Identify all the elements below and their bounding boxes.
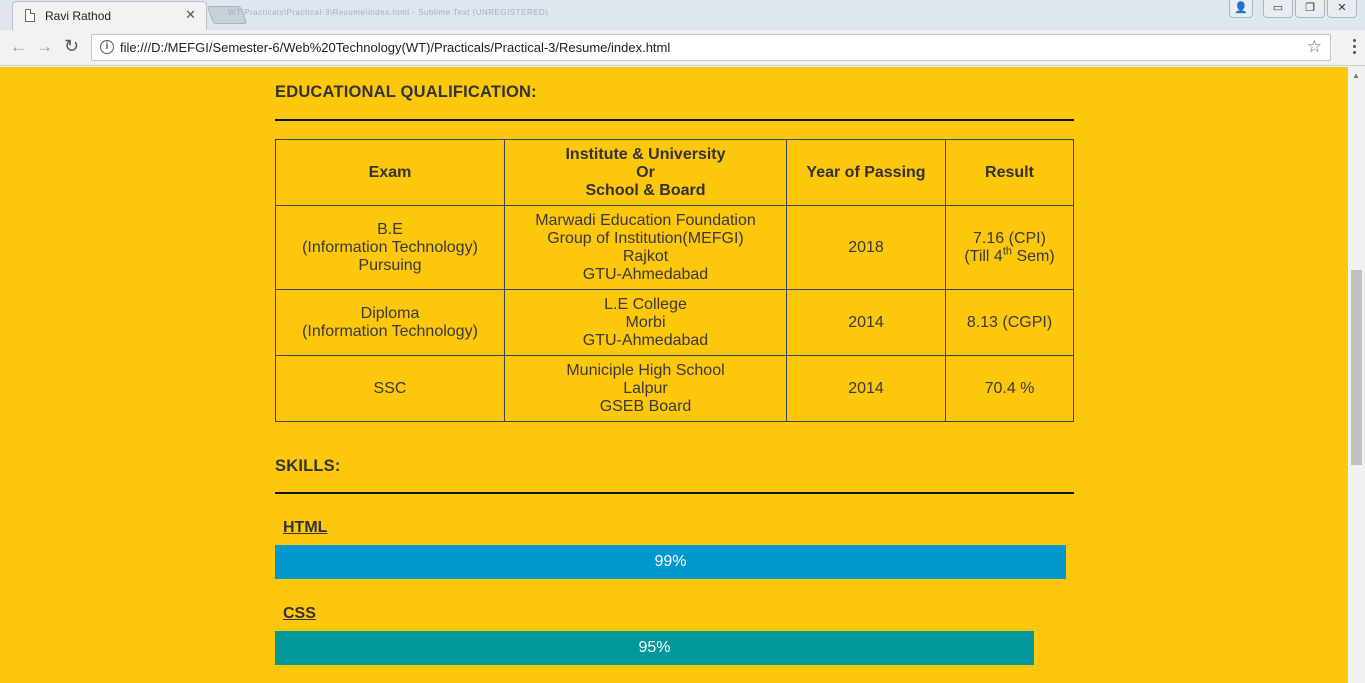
cell-year: 2018 (786, 205, 946, 290)
cell-result: 70.4 % (945, 355, 1074, 422)
header-year: Year of Passing (786, 139, 946, 206)
table-row: Diploma (Information Technology) L.E Col… (275, 289, 1074, 356)
education-divider (275, 119, 1074, 121)
header-institute: Institute & University Or School & Board (504, 139, 787, 206)
skill-name-css: CSS (283, 605, 316, 622)
info-icon[interactable]: i (100, 40, 114, 54)
tab-title: Ravi Rathod (45, 9, 112, 23)
table-row: B.E (Information Technology) Pursuing Ma… (275, 205, 1074, 290)
url-text[interactable]: file:///D:/MEFGI/Semester-6/Web%20Techno… (120, 40, 670, 55)
forward-arrow-icon[interactable]: → (36, 37, 53, 57)
reload-icon[interactable]: ↻ (64, 36, 79, 57)
cell-year: 2014 (786, 355, 946, 422)
table-header-row: Exam Institute & University Or School & … (275, 139, 1074, 206)
cell-exam: B.E (Information Technology) Pursuing (275, 205, 505, 290)
education-heading: EDUCATIONAL QUALIFICATION: (275, 83, 537, 101)
skill-bar-html: 99% (275, 545, 1066, 579)
table-row: SSC Municiple High School Lalpur GSEB Bo… (275, 355, 1074, 422)
cell-institute: L.E College Morbi GTU-Ahmedabad (504, 289, 787, 356)
bookmark-star-icon[interactable]: ☆ (1307, 37, 1322, 57)
skill-bar-css: 95% (275, 631, 1034, 665)
scroll-up-arrow-icon[interactable]: ▲ (1352, 71, 1360, 80)
scrollbar-thumb[interactable] (1351, 270, 1362, 465)
header-exam: Exam (275, 139, 505, 206)
title-bar: Ravi Rathod ✕ WT\Practicals\Practical-3\… (0, 0, 1365, 30)
cell-result: 7.16 (CPI) (Till 4th Sem) (945, 205, 1074, 290)
menu-dots-icon[interactable] (1353, 39, 1357, 57)
browser-toolbar: ← → ↻ i file:///D:/MEFGI/Semester-6/Web%… (0, 30, 1365, 66)
header-result: Result (945, 139, 1074, 206)
cell-institute: Municiple High School Lalpur GSEB Board (504, 355, 787, 422)
skills-heading: SKILLS: (275, 457, 341, 475)
cell-year: 2014 (786, 289, 946, 356)
minimize-button[interactable]: ▭ (1263, 0, 1293, 18)
browser-tab[interactable]: Ravi Rathod ✕ (12, 1, 207, 30)
back-arrow-icon[interactable]: ← (10, 37, 27, 57)
cell-exam: SSC (275, 355, 505, 422)
restore-button[interactable]: ❐ (1295, 0, 1325, 18)
education-table: Exam Institute & University Or School & … (275, 139, 1074, 422)
window-controls: ▭ ❐ ✕ (1263, 0, 1357, 20)
cell-institute: Marwadi Education Foundation Group of In… (504, 205, 787, 290)
page-viewport: EDUCATIONAL QUALIFICATION: Exam Institut… (0, 67, 1348, 683)
document-icon (25, 9, 35, 22)
skill-name-html: HTML (283, 519, 328, 536)
cell-result: 8.13 (CGPI) (945, 289, 1074, 356)
skills-divider (275, 492, 1074, 494)
user-profile-button[interactable]: 👤 (1229, 0, 1253, 18)
close-window-button[interactable]: ✕ (1327, 0, 1357, 18)
address-bar[interactable]: i file:///D:/MEFGI/Semester-6/Web%20Tech… (91, 34, 1331, 61)
vertical-scrollbar[interactable]: ▲ (1348, 67, 1365, 683)
tab-close-button[interactable]: ✕ (185, 7, 196, 23)
background-window-title: WT\Practicals\Practical-3\Resume\index.h… (228, 8, 549, 17)
cell-exam: Diploma (Information Technology) (275, 289, 505, 356)
